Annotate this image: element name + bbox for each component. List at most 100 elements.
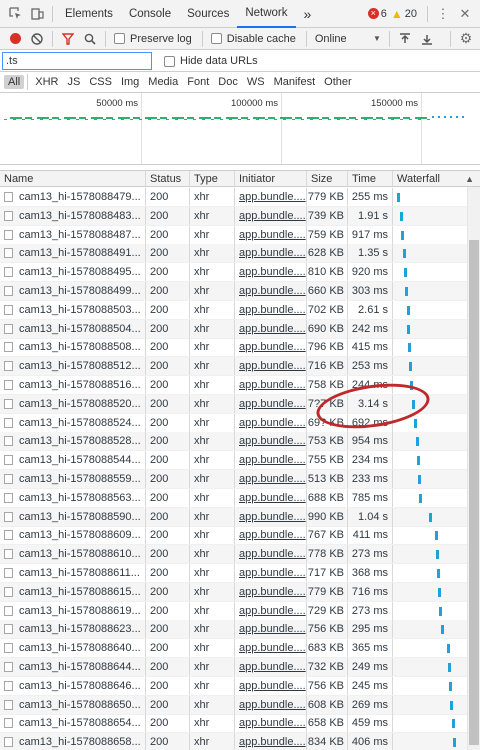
- request-name[interactable]: cam13_hi-1578088516...: [0, 376, 146, 394]
- request-name[interactable]: cam13_hi-1578088491...: [0, 244, 146, 263]
- type-filter-img[interactable]: Img: [117, 75, 143, 89]
- hide-data-urls-checkbox[interactable]: Hide data URLs: [164, 55, 258, 67]
- table-row[interactable]: cam13_hi-1578088512... 200 xhr app.bundle..…: [0, 357, 467, 377]
- request-initiator-link[interactable]: app.bundle....: [235, 488, 307, 507]
- request-initiator-link[interactable]: app.bundle....: [235, 376, 307, 394]
- request-waterfall[interactable]: [393, 357, 467, 375]
- request-name[interactable]: cam13_hi-1578088499...: [0, 282, 146, 300]
- request-initiator-link[interactable]: app.bundle....: [235, 319, 307, 338]
- request-initiator-link[interactable]: app.bundle....: [235, 545, 307, 564]
- request-initiator-link[interactable]: app.bundle....: [235, 601, 307, 620]
- request-initiator-link[interactable]: app.bundle....: [235, 338, 307, 357]
- table-row[interactable]: cam13_hi-1578088658... 200 xhr app.bundle..…: [0, 733, 467, 750]
- request-initiator-link[interactable]: app.bundle....: [235, 357, 307, 376]
- table-row[interactable]: cam13_hi-1578088654... 200 xhr app.bundle..…: [0, 714, 467, 734]
- request-name[interactable]: cam13_hi-1578088611...: [0, 564, 146, 582]
- table-row[interactable]: cam13_hi-1578088563... 200 xhr app.bundle..…: [0, 488, 467, 508]
- type-filter-manifest[interactable]: Manifest: [270, 75, 320, 89]
- request-waterfall[interactable]: [393, 602, 467, 620]
- type-filter-other[interactable]: Other: [320, 75, 356, 89]
- request-waterfall[interactable]: [393, 696, 467, 714]
- column-header-initiator[interactable]: Initiator: [235, 171, 307, 186]
- filter-icon[interactable]: [57, 28, 79, 50]
- more-tabs-icon[interactable]: »: [296, 0, 320, 28]
- request-initiator-link[interactable]: app.bundle....: [235, 639, 307, 658]
- request-name[interactable]: cam13_hi-1578088504...: [0, 319, 146, 338]
- request-initiator-link[interactable]: app.bundle....: [235, 714, 307, 733]
- table-row[interactable]: cam13_hi-1578088615... 200 xhr app.bundle..…: [0, 582, 467, 602]
- tab-network[interactable]: Network: [237, 0, 296, 28]
- request-name[interactable]: cam13_hi-1578088610...: [0, 545, 146, 564]
- table-row[interactable]: cam13_hi-1578088609... 200 xhr app.bundle..…: [0, 526, 467, 546]
- device-toolbar-icon[interactable]: [26, 3, 48, 25]
- request-name[interactable]: cam13_hi-1578088495...: [0, 263, 146, 282]
- table-row[interactable]: cam13_hi-1578088610... 200 xhr app.bundle..…: [0, 545, 467, 565]
- tab-elements[interactable]: Elements: [57, 0, 121, 28]
- request-initiator-link[interactable]: app.bundle....: [235, 300, 307, 319]
- request-name[interactable]: cam13_hi-1578088479...: [0, 188, 146, 206]
- request-waterfall[interactable]: [393, 583, 467, 601]
- request-initiator-link[interactable]: app.bundle....: [235, 413, 307, 432]
- table-row[interactable]: cam13_hi-1578088528... 200 xhr app.bundle..…: [0, 432, 467, 452]
- request-name[interactable]: cam13_hi-1578088483...: [0, 206, 146, 225]
- tab-console[interactable]: Console: [121, 0, 179, 28]
- request-name[interactable]: cam13_hi-1578088650...: [0, 695, 146, 714]
- record-icon[interactable]: [4, 28, 26, 50]
- table-row[interactable]: cam13_hi-1578088619... 200 xhr app.bundle..…: [0, 601, 467, 621]
- request-waterfall[interactable]: [393, 639, 467, 657]
- close-icon[interactable]: ✕: [454, 3, 476, 25]
- request-initiator-link[interactable]: app.bundle....: [235, 733, 307, 750]
- request-waterfall[interactable]: [393, 526, 467, 544]
- request-name[interactable]: cam13_hi-1578088654...: [0, 714, 146, 733]
- request-waterfall[interactable]: [393, 338, 467, 356]
- request-name[interactable]: cam13_hi-1578088524...: [0, 413, 146, 432]
- request-initiator-link[interactable]: app.bundle....: [235, 676, 307, 695]
- column-header-waterfall[interactable]: Waterfall ▲: [393, 171, 480, 186]
- request-waterfall[interactable]: [393, 489, 467, 507]
- type-filter-ws[interactable]: WS: [243, 75, 269, 89]
- throttle-select[interactable]: Online ▼: [315, 33, 381, 45]
- request-waterfall[interactable]: [393, 508, 467, 526]
- request-initiator-link[interactable]: app.bundle....: [235, 282, 307, 300]
- type-filter-doc[interactable]: Doc: [214, 75, 242, 89]
- search-icon[interactable]: [79, 28, 101, 50]
- error-count[interactable]: × 6: [367, 8, 387, 20]
- request-name[interactable]: cam13_hi-1578088520...: [0, 394, 146, 413]
- gear-icon[interactable]: ⚙: [455, 28, 477, 50]
- request-name[interactable]: cam13_hi-1578088487...: [0, 225, 146, 244]
- type-filter-media[interactable]: Media: [144, 75, 182, 89]
- request-waterfall[interactable]: [393, 432, 467, 450]
- request-waterfall[interactable]: [393, 207, 467, 225]
- request-initiator-link[interactable]: app.bundle....: [235, 451, 307, 470]
- request-initiator-link[interactable]: app.bundle....: [235, 620, 307, 639]
- type-filter-js[interactable]: JS: [63, 75, 84, 89]
- request-name[interactable]: cam13_hi-1578088508...: [0, 338, 146, 357]
- request-name[interactable]: cam13_hi-1578088640...: [0, 639, 146, 658]
- request-waterfall[interactable]: [393, 263, 467, 281]
- table-row[interactable]: cam13_hi-1578088495... 200 xhr app.bundle..…: [0, 263, 467, 283]
- request-initiator-link[interactable]: app.bundle....: [235, 432, 307, 451]
- table-row[interactable]: cam13_hi-1578088499... 200 xhr app.bundle..…: [0, 282, 467, 301]
- table-row[interactable]: cam13_hi-1578088590... 200 xhr app.bundle..…: [0, 507, 467, 527]
- request-initiator-link[interactable]: app.bundle....: [235, 206, 307, 225]
- request-waterfall[interactable]: [393, 620, 467, 638]
- request-name[interactable]: cam13_hi-1578088512...: [0, 357, 146, 376]
- request-name[interactable]: cam13_hi-1578088623...: [0, 620, 146, 639]
- request-initiator-link[interactable]: app.bundle....: [235, 263, 307, 282]
- request-waterfall[interactable]: [393, 545, 467, 563]
- request-initiator-link[interactable]: app.bundle....: [235, 244, 307, 263]
- table-row[interactable]: cam13_hi-1578088646... 200 xhr app.bundle..…: [0, 676, 467, 696]
- network-overview[interactable]: 50000 ms 100000 ms 150000 ms: [0, 93, 480, 165]
- request-name[interactable]: cam13_hi-1578088544...: [0, 451, 146, 470]
- request-waterfall[interactable]: [393, 301, 467, 319]
- request-waterfall[interactable]: [393, 226, 467, 244]
- kebab-menu-icon[interactable]: ⋮: [432, 3, 454, 25]
- request-name[interactable]: cam13_hi-1578088644...: [0, 658, 146, 676]
- request-initiator-link[interactable]: app.bundle....: [235, 225, 307, 244]
- request-waterfall[interactable]: [393, 564, 467, 582]
- inspect-element-icon[interactable]: [4, 3, 26, 25]
- table-row[interactable]: cam13_hi-1578088504... 200 xhr app.bundle..…: [0, 319, 467, 339]
- table-row[interactable]: cam13_hi-1578088623... 200 xhr app.bundle..…: [0, 620, 467, 640]
- table-row[interactable]: cam13_hi-1578088503... 200 xhr app.bundle..…: [0, 300, 467, 320]
- scrollbar-thumb[interactable]: [469, 240, 479, 745]
